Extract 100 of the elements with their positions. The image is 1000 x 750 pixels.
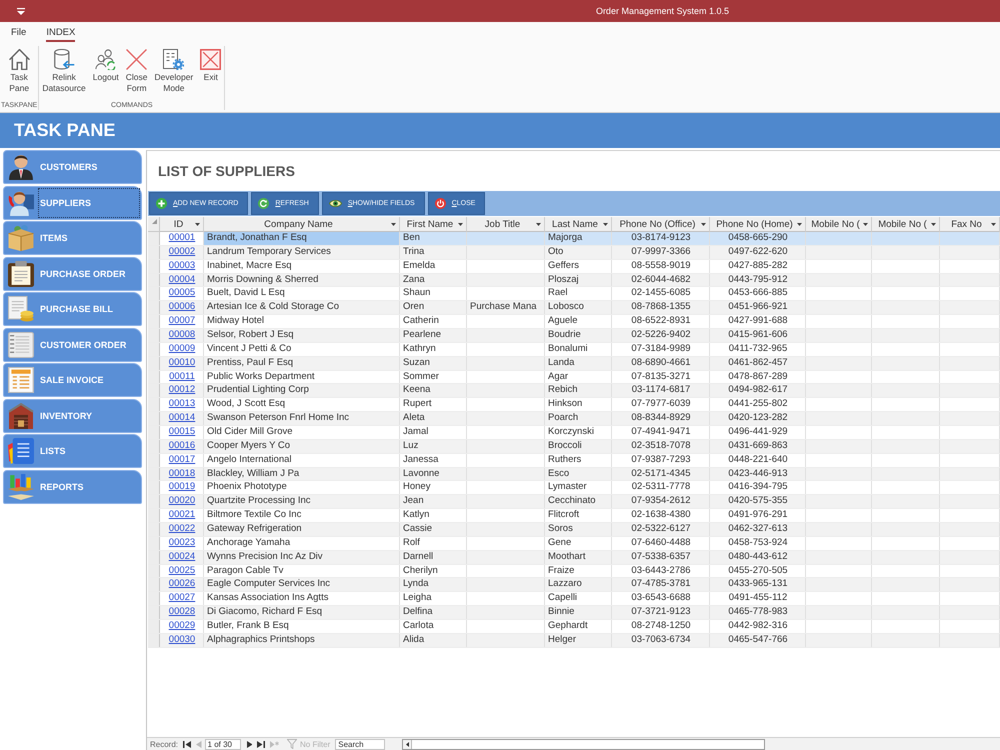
record-link[interactable]: 00003	[168, 260, 196, 271]
ribbon-button[interactable]: Task Pane	[6, 49, 32, 101]
ribbon-button[interactable]: Exit	[198, 49, 224, 101]
record-link[interactable]: 00014	[168, 412, 196, 424]
table-cell: Pearlene	[400, 329, 467, 342]
table-cell: Capelli	[545, 592, 612, 606]
scroll-left-button[interactable]	[403, 740, 412, 748]
table-cell: 0416-394-795	[710, 481, 806, 494]
dropdown-icon[interactable]	[603, 222, 608, 226]
record-link[interactable]: 00025	[168, 564, 196, 576]
record-label: Record:	[150, 740, 178, 748]
table-cell: 02-1638-4380	[612, 509, 710, 522]
box-icon	[8, 225, 34, 251]
table-cell: 03-6543-6688	[612, 592, 710, 606]
ribbon-button[interactable]: Close Form	[124, 49, 150, 101]
dropdown-icon[interactable]	[458, 222, 463, 226]
plus-icon	[156, 198, 167, 209]
table-cell: 08-6522-8931	[612, 315, 710, 328]
dropdown-icon[interactable]	[195, 222, 200, 226]
table-cell: 0458-665-290	[710, 232, 806, 245]
record-link[interactable]: 00026	[168, 578, 196, 590]
triangle-left-icon	[406, 742, 409, 746]
column-header[interactable]: Mobile No (	[872, 217, 940, 232]
dropdown-icon[interactable]	[797, 222, 802, 226]
record-link[interactable]: 00019	[168, 481, 196, 492]
record-link[interactable]: 00029	[168, 620, 196, 632]
table-cell: 0420-123-282	[710, 412, 806, 426]
dropdown-icon[interactable]	[991, 222, 996, 226]
table-cell: 0423-446-913	[710, 468, 806, 480]
dropdown-icon[interactable]	[701, 222, 706, 226]
triangle-right-icon[interactable]	[246, 740, 252, 748]
table-cell: Alida	[400, 634, 467, 647]
table-cell: 0411-732-965	[710, 342, 806, 356]
record-link[interactable]: 00030	[168, 634, 196, 645]
record-link[interactable]: 00023	[168, 536, 196, 548]
skip-forward-icon[interactable]	[257, 740, 266, 748]
search-field[interactable]: Search	[335, 738, 386, 750]
table-cell: Inabinet, Macre Esq	[204, 260, 400, 273]
select-all-button[interactable]	[148, 217, 160, 232]
record-link[interactable]: 00009	[168, 342, 196, 354]
record-link[interactable]: 00005	[168, 287, 196, 298]
table-cell: 0480-443-612	[710, 550, 806, 564]
record-link[interactable]: 00018	[168, 468, 196, 479]
column-header[interactable]: Phone No (Office)	[612, 217, 710, 232]
record-link[interactable]: 00013	[168, 398, 196, 410]
dropdown-icon[interactable]	[931, 222, 936, 226]
record-link[interactable]: 00012	[168, 384, 196, 396]
table-cell: Old Cider Mill Grove	[204, 426, 400, 439]
table-cell: 07-9387-7293	[612, 454, 710, 467]
record-link[interactable]: 00020	[168, 495, 196, 506]
dropdown-icon[interactable]	[863, 222, 868, 226]
record-link[interactable]: 00015	[168, 426, 196, 438]
table-cell: 08-8344-8929	[612, 412, 710, 426]
table-cell: Korczynski	[545, 426, 612, 439]
table-cell: Landa	[545, 356, 612, 370]
column-header[interactable]: Job Title	[467, 217, 545, 232]
record-link[interactable]: 00006	[168, 301, 196, 312]
record-link[interactable]: 00017	[168, 454, 196, 465]
ribbon-button[interactable]: Developer Mode	[152, 49, 196, 101]
record-selector[interactable]	[148, 232, 160, 245]
record-number-field[interactable]: 1 of 30	[204, 738, 241, 750]
column-header[interactable]: Last Name	[545, 217, 612, 232]
record-link[interactable]: 00007	[168, 315, 196, 326]
table-cell: Delfina	[400, 606, 467, 620]
caret-icon[interactable]	[17, 8, 25, 14]
table-cell: 08-6890-4661	[612, 356, 710, 370]
skip-back-icon[interactable]	[183, 740, 192, 748]
table-cell: 03-7063-6734	[612, 634, 710, 647]
column-header[interactable]: Mobile No (	[806, 217, 872, 232]
ribbon-button[interactable]: Relink Datasource	[40, 49, 88, 101]
record-link[interactable]: 00011	[169, 370, 195, 382]
table-cell: Public Works Department	[204, 370, 400, 384]
table-cell: Gephardt	[545, 620, 612, 633]
record-link[interactable]: 00024	[168, 550, 196, 562]
ribbon-button[interactable]: Logout	[90, 49, 121, 101]
record-link[interactable]: 00016	[168, 440, 196, 451]
record-link[interactable]: 00028	[168, 606, 196, 618]
column-header[interactable]: First Name	[400, 217, 467, 232]
column-header[interactable]: Company Name	[204, 217, 400, 232]
column-header[interactable]: ID	[160, 217, 204, 232]
table-cell: Lymaster	[545, 481, 612, 494]
ribbon-tab[interactable]: INDEX	[46, 27, 76, 42]
record-link[interactable]: 00002	[168, 246, 196, 257]
record-link[interactable]: 00021	[168, 509, 196, 520]
table-cell: Brandt, Jonathan F Esq	[204, 232, 400, 245]
record-link[interactable]: 00027	[168, 592, 196, 604]
dropdown-icon[interactable]	[391, 222, 396, 226]
record-link[interactable]: 00008	[168, 329, 196, 340]
record-link[interactable]: 00010	[168, 356, 196, 368]
table-cell: Ruthers	[545, 454, 612, 467]
column-header[interactable]: Phone No (Home)	[710, 217, 806, 232]
ribbon-tab[interactable]: File	[11, 27, 26, 42]
record-link[interactable]: 00004	[168, 274, 196, 285]
table-cell: 0448-221-640	[710, 454, 806, 467]
dropdown-icon[interactable]	[536, 222, 541, 226]
table-cell: 07-7977-6039	[612, 398, 710, 412]
record-selector[interactable]	[148, 634, 160, 647]
horizontal-scrollbar[interactable]	[402, 738, 766, 750]
record-link[interactable]: 00022	[168, 523, 196, 534]
column-header[interactable]: Fax No	[940, 217, 1000, 232]
